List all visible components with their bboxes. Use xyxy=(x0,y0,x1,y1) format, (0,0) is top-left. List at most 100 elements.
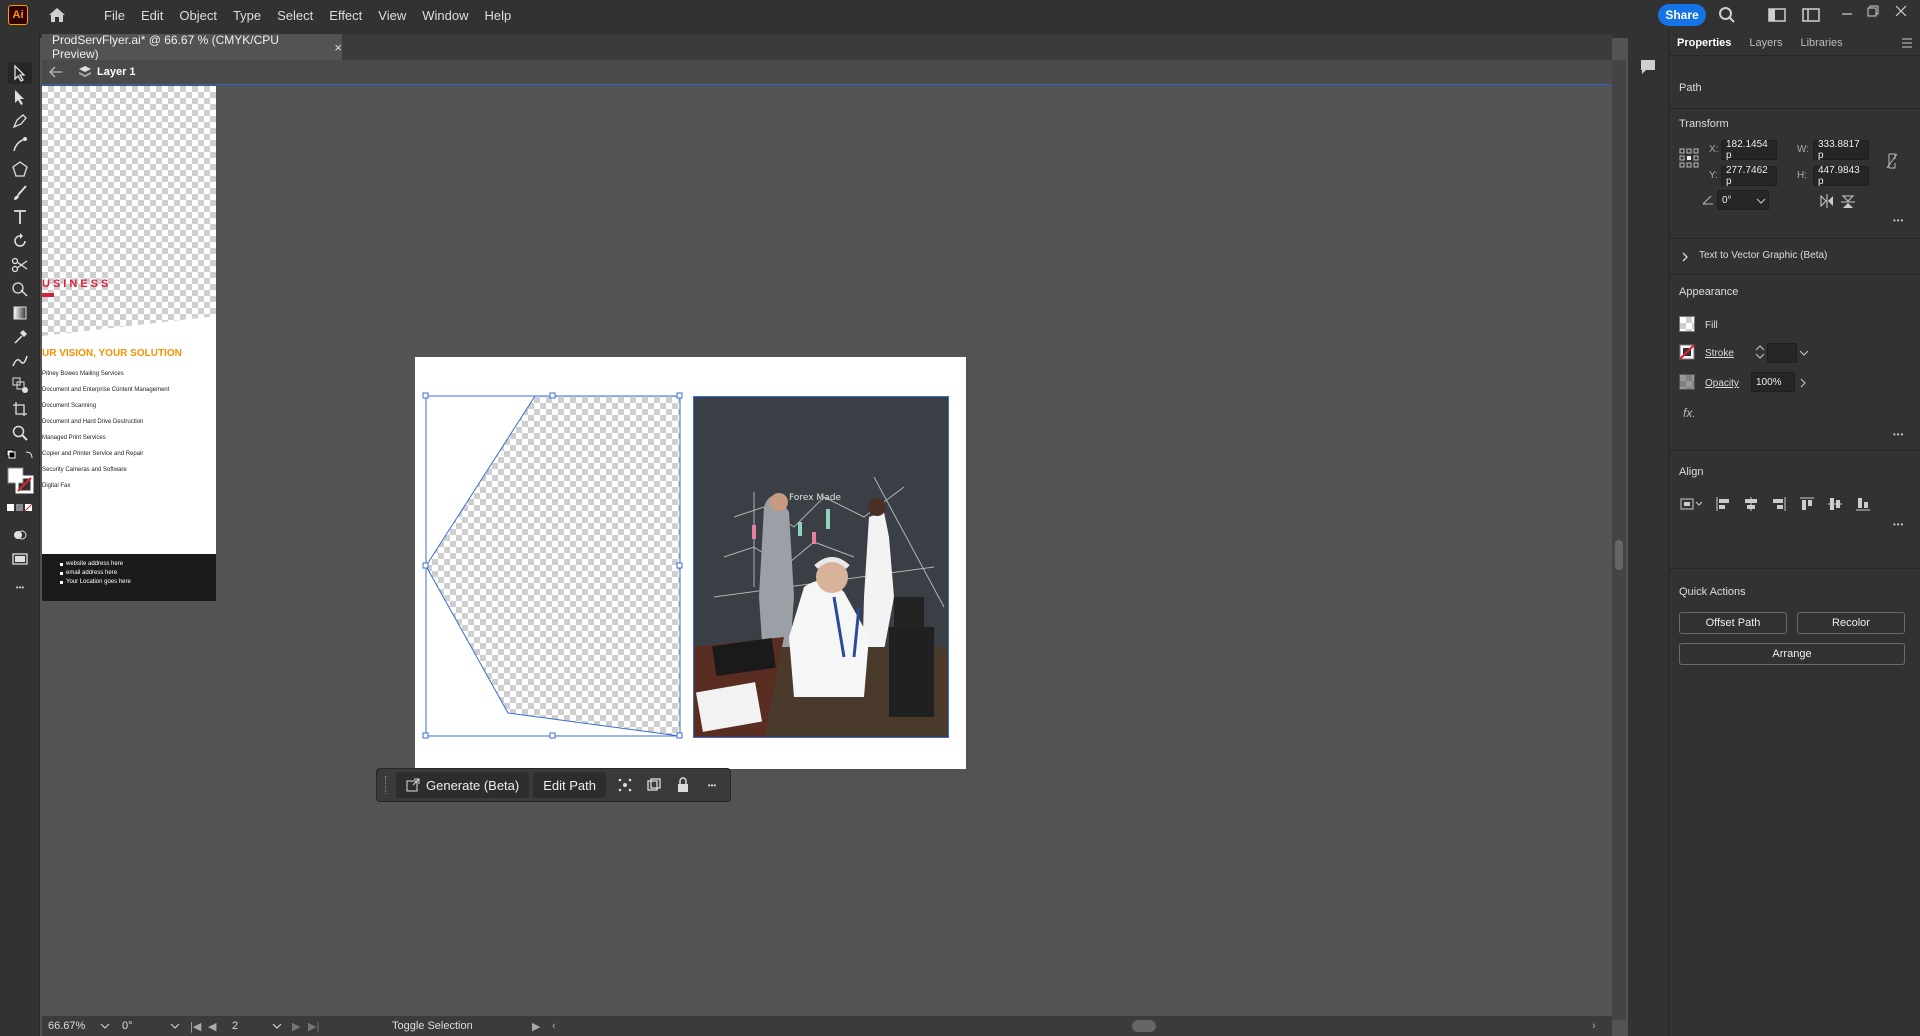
fill-swatch[interactable] xyxy=(1679,316,1695,332)
menu-window[interactable]: Window xyxy=(414,8,476,23)
rotation-dropdown-icon[interactable] xyxy=(170,1022,180,1030)
selection-tool[interactable] xyxy=(8,62,32,84)
next-artboard-icon[interactable]: ▶ xyxy=(292,1020,300,1033)
prev-artboard-icon[interactable]: ◀ xyxy=(208,1020,216,1033)
artboard-tool[interactable] xyxy=(8,398,32,420)
text-to-vector-section[interactable]: Text to Vector Graphic (Beta) xyxy=(1699,250,1827,261)
fill-stroke-swatches[interactable] xyxy=(6,466,34,494)
office-photo[interactable]: Forex Made xyxy=(693,396,949,738)
eyedropper-tool[interactable] xyxy=(8,326,32,348)
stroke-weight-dropdown-icon[interactable] xyxy=(1799,349,1809,357)
x-input[interactable]: 182.1454 p xyxy=(1721,139,1777,161)
h-input[interactable]: 447.9843 p xyxy=(1813,165,1869,187)
stroke-label[interactable]: Stroke xyxy=(1705,348,1734,359)
workspace-switcher-icon[interactable] xyxy=(1768,8,1786,22)
stroke-weight-stepper-icon[interactable] xyxy=(1755,343,1765,361)
align-bottom-icon[interactable] xyxy=(1855,496,1871,512)
home-icon[interactable] xyxy=(46,4,68,26)
align-more-icon[interactable]: ••• xyxy=(1893,520,1904,529)
recolor-button[interactable]: Recolor xyxy=(1797,612,1905,634)
menu-view[interactable]: View xyxy=(370,8,414,23)
screen-mode-tool[interactable] xyxy=(8,548,32,570)
more-options-button[interactable]: ••• xyxy=(702,775,722,795)
rotation-value[interactable]: 0° xyxy=(122,1020,133,1032)
color-mode-buttons[interactable] xyxy=(6,500,34,512)
restore-icon[interactable] xyxy=(1866,4,1880,18)
menu-help[interactable]: Help xyxy=(476,8,519,23)
simplify-path-button[interactable] xyxy=(615,775,635,795)
duplicate-button[interactable] xyxy=(644,775,664,795)
close-window-icon[interactable] xyxy=(1894,4,1908,18)
drag-handle[interactable] xyxy=(385,776,388,794)
effects-fx-button[interactable]: fx. xyxy=(1683,406,1696,420)
rotate-tool[interactable] xyxy=(8,230,32,252)
paintbrush-tool[interactable] xyxy=(8,182,32,204)
stroke-swatch[interactable] xyxy=(1679,344,1695,360)
opacity-swatch[interactable] xyxy=(1679,374,1695,390)
first-artboard-icon[interactable]: |◀ xyxy=(190,1020,201,1033)
align-left-icon[interactable] xyxy=(1715,496,1731,512)
appearance-more-icon[interactable]: ••• xyxy=(1893,430,1904,439)
scissors-tool[interactable] xyxy=(8,254,32,276)
align-to-dropdown-icon[interactable] xyxy=(1679,496,1705,512)
minimize-icon[interactable] xyxy=(1840,6,1854,20)
constrain-proportions-icon[interactable] xyxy=(1885,152,1899,170)
panel-menu-icon[interactable] xyxy=(1901,38,1913,48)
share-button[interactable]: Share xyxy=(1658,4,1706,26)
opacity-label[interactable]: Opacity xyxy=(1705,378,1739,389)
reference-point-icon[interactable] xyxy=(1679,148,1699,168)
stroke-weight-input[interactable] xyxy=(1767,343,1797,363)
transform-more-icon[interactable]: ••• xyxy=(1893,216,1904,225)
blend-tool[interactable] xyxy=(8,374,32,396)
w-input[interactable]: 333.8817 p xyxy=(1813,139,1869,161)
puppet-warp-tool[interactable] xyxy=(8,350,32,372)
zoom-dropdown-icon[interactable] xyxy=(100,1022,110,1030)
menu-select[interactable]: Select xyxy=(269,8,321,23)
menu-type[interactable]: Type xyxy=(225,8,269,23)
align-top-icon[interactable] xyxy=(1799,496,1815,512)
artboard-number[interactable]: 2 xyxy=(232,1020,238,1032)
y-input[interactable]: 277.7462 p xyxy=(1721,165,1777,187)
back-arrow-icon[interactable] xyxy=(48,65,64,79)
vertical-scrollbar[interactable] xyxy=(1612,60,1626,1020)
layer-breadcrumb[interactable]: Layer 1 xyxy=(78,65,136,79)
rotate-angle-input[interactable]: 0° xyxy=(1717,190,1769,210)
flip-horizontal-icon[interactable] xyxy=(1819,194,1835,208)
align-right-icon[interactable] xyxy=(1771,496,1787,512)
arrange-documents-icon[interactable] xyxy=(1802,8,1820,22)
zoom-tool[interactable] xyxy=(8,422,32,444)
offset-path-button[interactable]: Offset Path xyxy=(1679,612,1787,634)
chevron-right-icon[interactable] xyxy=(1681,252,1689,262)
default-swap-colors[interactable] xyxy=(6,448,34,460)
align-horizontal-center-icon[interactable] xyxy=(1743,496,1759,512)
comments-icon[interactable] xyxy=(1639,58,1657,76)
scroll-left-icon[interactable]: ‹ xyxy=(552,1020,556,1032)
shape-builder-tool[interactable] xyxy=(8,278,32,300)
zoom-level[interactable]: 66.67% xyxy=(48,1020,85,1032)
type-tool[interactable] xyxy=(8,206,32,228)
edit-toolbar-button[interactable]: ••• xyxy=(8,576,32,598)
edit-path-button[interactable]: Edit Path xyxy=(533,772,606,798)
align-vertical-center-icon[interactable] xyxy=(1827,496,1843,512)
tab-libraries[interactable]: Libraries xyxy=(1800,37,1842,49)
menu-edit[interactable]: Edit xyxy=(133,8,171,23)
opacity-flyout-icon[interactable] xyxy=(1799,378,1807,388)
flyer-artboard[interactable]: USINESS UR VISION, YOUR SOLUTION Pitney … xyxy=(42,86,216,601)
gradient-tool[interactable] xyxy=(8,302,32,324)
flip-vertical-icon[interactable] xyxy=(1841,194,1855,210)
scroll-right-icon[interactable]: › xyxy=(1592,1020,1596,1032)
search-icon[interactable] xyxy=(1718,6,1736,24)
menu-file[interactable]: File xyxy=(96,8,133,23)
menu-effect[interactable]: Effect xyxy=(321,8,370,23)
opacity-input[interactable]: 100% xyxy=(1751,372,1795,392)
shape-tool[interactable] xyxy=(8,158,32,180)
artboard-dropdown-icon[interactable] xyxy=(272,1022,282,1030)
last-artboard-icon[interactable]: ▶| xyxy=(308,1020,319,1033)
draw-mode-tool[interactable] xyxy=(8,524,32,546)
curvature-tool[interactable] xyxy=(8,134,32,156)
scrollbar-thumb[interactable] xyxy=(1615,540,1623,570)
status-menu-icon[interactable]: ▶ xyxy=(532,1020,540,1033)
generate-beta-button[interactable]: Generate (Beta) xyxy=(396,772,530,798)
lock-button[interactable] xyxy=(673,775,693,795)
horizontal-scroll-thumb[interactable] xyxy=(1132,1020,1156,1032)
